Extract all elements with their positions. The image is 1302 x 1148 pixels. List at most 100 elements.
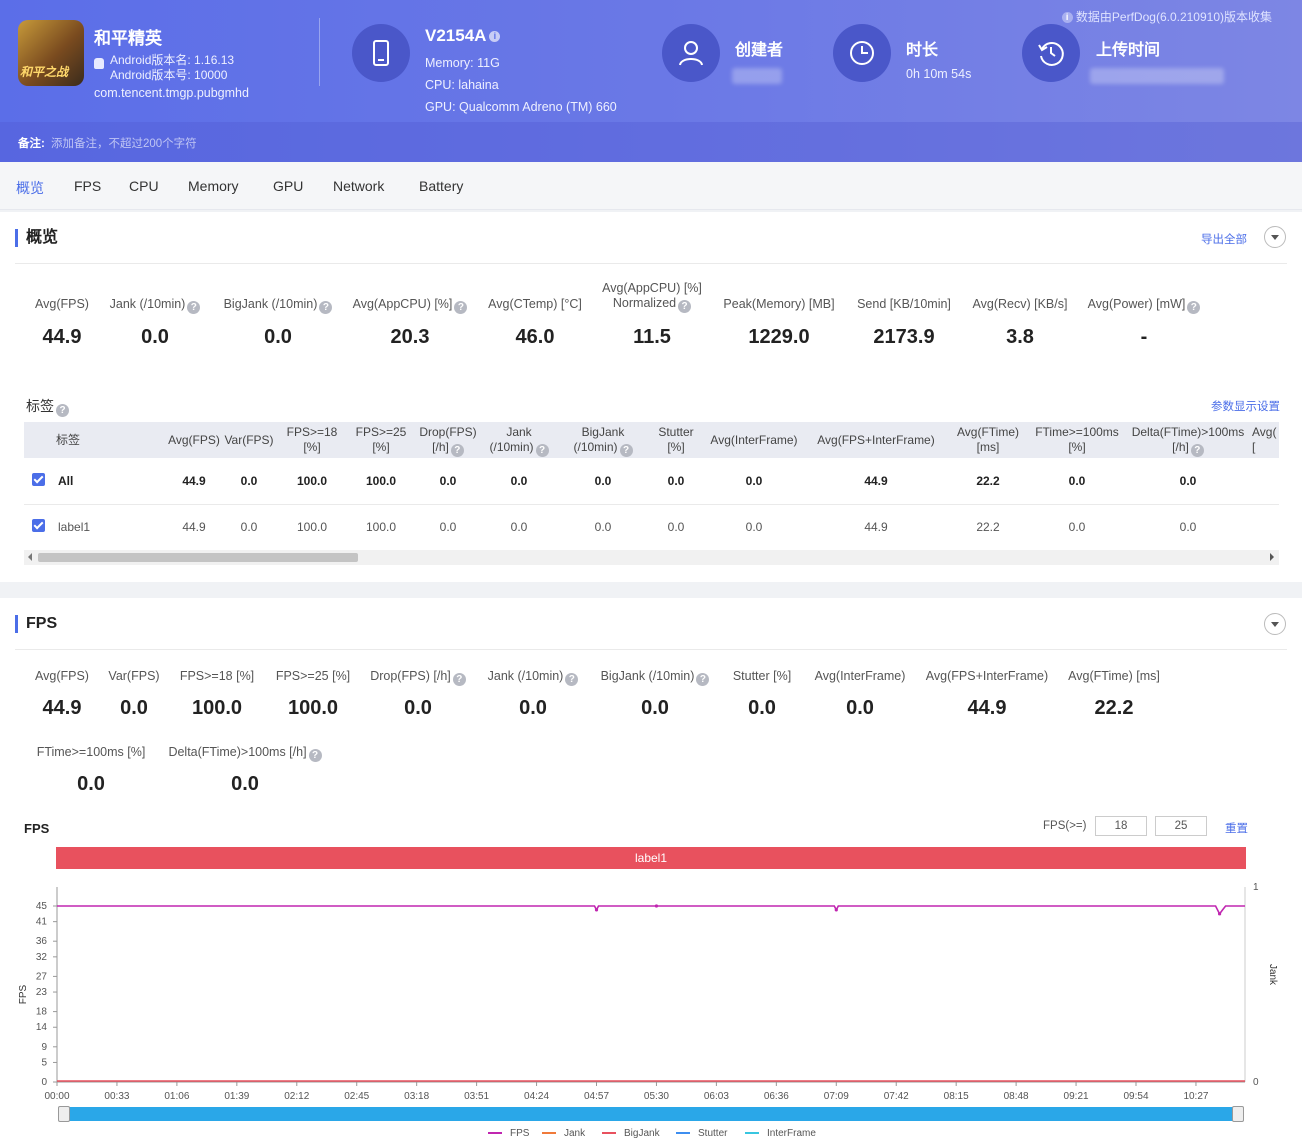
y-tick-label: 36: [36, 936, 48, 947]
fps-divider: [15, 649, 1287, 650]
legend-item-jank[interactable]: Jank: [542, 1128, 585, 1139]
y-tick-label: 18: [36, 1007, 48, 1018]
y2-axis-label: Jank: [1267, 964, 1278, 986]
table-cell: 22.2: [976, 520, 1000, 534]
info-icon: i: [1061, 12, 1073, 24]
fps-series-line: [57, 905, 1245, 916]
row-checkbox[interactable]: [32, 473, 45, 486]
y-tick-label: 32: [36, 952, 48, 963]
help-icon[interactable]: ?: [678, 300, 692, 313]
table-horizontal-scrollbar[interactable]: [24, 550, 1279, 565]
y2-tick-label: 1: [1253, 882, 1259, 893]
tab-gpu[interactable]: GPU: [273, 178, 303, 194]
tab-battery[interactable]: Battery: [419, 178, 463, 194]
scrollbar-thumb[interactable]: [38, 553, 358, 562]
game-icon: 和平之战: [18, 20, 84, 86]
upload-time-title: 上传时间: [1096, 42, 1161, 59]
x-tick-label: 09:21: [1064, 1091, 1089, 1102]
x-tick-label: 08:15: [944, 1091, 969, 1102]
fps-data-point: [834, 908, 838, 912]
x-tick-label: 07:42: [884, 1091, 909, 1102]
fps-data-point: [654, 904, 659, 908]
legend-item-bigjank[interactable]: BigJank: [602, 1128, 660, 1139]
duration-title: 时长: [906, 42, 939, 59]
history-icon: [1022, 24, 1080, 82]
fps-metric-label: Avg(FTime) [ms]: [1068, 669, 1160, 683]
tab-overview[interactable]: 概览: [16, 178, 44, 198]
fps-collapse-button[interactable]: [1264, 613, 1286, 635]
legend-item-stutter[interactable]: Stutter: [676, 1128, 727, 1139]
table-cell: 0.0: [745, 474, 763, 488]
y-tick-label: 9: [41, 1042, 47, 1053]
remark-input[interactable]: 添加备注，不超过200个字符: [51, 135, 197, 151]
app-name: 和平精英: [94, 29, 162, 48]
help-icon[interactable]: ?: [1187, 301, 1201, 314]
reset-link[interactable]: 重置: [1225, 820, 1248, 836]
table-header-cell: Delta(FTime)>100ms [/h]?: [1131, 425, 1245, 457]
row-checkbox[interactable]: [32, 519, 45, 532]
overview-collapse-button[interactable]: [1264, 226, 1286, 248]
device-gpu: GPU: Qualcomm Adreno (TM) 660: [425, 100, 617, 114]
x-tick-label: 09:54: [1123, 1091, 1148, 1102]
legend-item-fps[interactable]: FPS: [488, 1128, 529, 1139]
x-tick-label: 02:45: [344, 1091, 369, 1102]
creator-value-redacted: [732, 68, 782, 84]
y-tick-label: 27: [36, 971, 48, 982]
tab-bar: 概览 FPS CPU Memory GPU Network Battery: [0, 162, 1302, 210]
table-cell: 0.0: [1068, 520, 1086, 534]
x-tick-label: 07:09: [824, 1091, 849, 1102]
label-range-bar[interactable]: label1: [56, 847, 1246, 869]
table-header-cell: 标签: [56, 433, 81, 447]
help-icon[interactable]: ?: [1190, 444, 1204, 457]
y2-tick-label: 0: [1253, 1077, 1259, 1088]
slider-right-handle[interactable]: [1232, 1106, 1244, 1122]
legend-swatch: [745, 1132, 759, 1135]
duration-value: 0h 10m 54s: [906, 67, 972, 81]
clock-icon: [833, 24, 891, 82]
table-cell: 22.2: [976, 474, 1000, 488]
tab-cpu[interactable]: CPU: [129, 178, 159, 194]
x-tick-label: 06:36: [764, 1091, 789, 1102]
overview-title: 概览: [15, 229, 58, 247]
fps-data-point: [1217, 912, 1222, 916]
overview-divider: [15, 263, 1287, 264]
fps-metric-value: 22.2: [1094, 697, 1134, 719]
fps-line-chart[interactable]: 45 41 36 32 27 23 18 14 9 5 0 1 0 FPS Jank 00:00 00:33 01…: [0, 870, 1302, 1105]
fps-data-point: [594, 908, 599, 912]
y-tick-label: 23: [36, 987, 48, 998]
x-tick-label: 03:51: [464, 1091, 489, 1102]
slider-left-handle[interactable]: [58, 1106, 70, 1122]
remark-bar[interactable]: 备注: 添加备注，不超过200个字符: [0, 122, 1302, 162]
table-cell: label1: [58, 520, 91, 534]
param-settings-link[interactable]: 参数显示设置: [1211, 398, 1280, 414]
tags-title: 标签?: [26, 396, 69, 417]
tags-help-icon[interactable]: ?: [56, 404, 69, 417]
tab-fps[interactable]: FPS: [74, 178, 101, 194]
x-tick-label: 04:57: [584, 1091, 609, 1102]
legend-swatch: [488, 1132, 502, 1135]
device-name: V2154A i: [425, 26, 501, 46]
table-cell: All: [58, 474, 74, 488]
fps-chart-title: FPS: [24, 821, 50, 836]
y-tick-label: 5: [41, 1057, 47, 1068]
time-range-slider[interactable]: [58, 1106, 1244, 1122]
y-tick-label: 45: [36, 901, 48, 912]
scroll-left-arrow-icon[interactable]: [28, 553, 32, 561]
export-all-link[interactable]: 导出全部: [1201, 231, 1247, 247]
overview-metric-value: -: [1140, 326, 1148, 348]
table-header-cell: FTime>=100ms [%]: [1035, 425, 1119, 454]
remark-label: 备注:: [18, 138, 45, 150]
tab-memory[interactable]: Memory: [188, 178, 239, 194]
fps-threshold-input-2[interactable]: 25: [1155, 816, 1207, 836]
fps-section-title: FPS: [15, 615, 57, 633]
fps-threshold-input-1[interactable]: 18: [1095, 816, 1147, 836]
tab-network[interactable]: Network: [333, 178, 384, 194]
scroll-right-arrow-icon[interactable]: [1270, 553, 1274, 561]
table-cell: 0.0: [1179, 520, 1197, 534]
legend-item-interframe[interactable]: InterFrame: [745, 1128, 816, 1139]
device-info-icon[interactable]: i: [489, 31, 501, 43]
fps-threshold-label: FPS(>=): [1043, 820, 1087, 832]
x-tick-label: 00:33: [104, 1091, 129, 1102]
help-icon[interactable]: ?: [308, 749, 322, 762]
y-tick-label: 0: [41, 1077, 47, 1088]
